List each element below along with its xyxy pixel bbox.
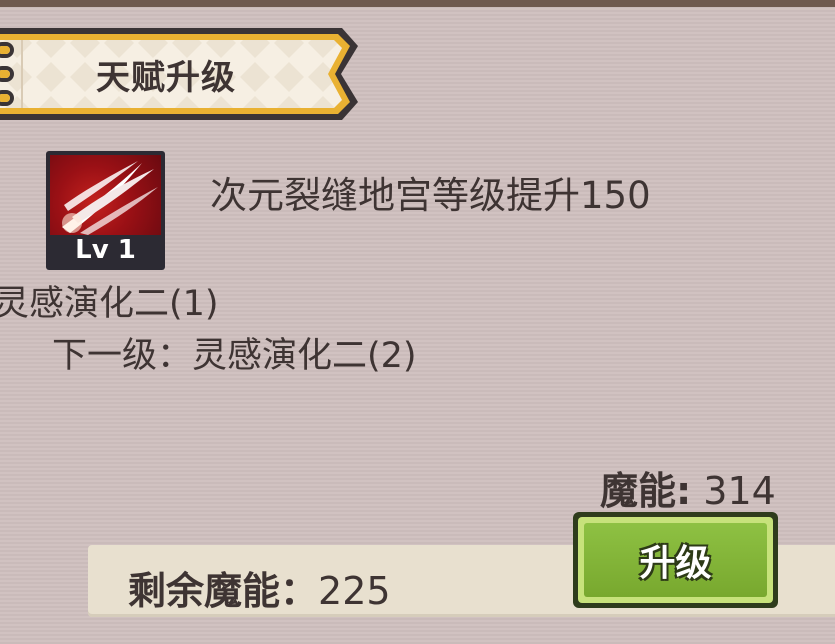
upgrade-button-frame: 升级	[578, 517, 773, 603]
next-level-text: 下一级：灵感演化二(2)	[52, 336, 417, 376]
skill-name: 灵感演化二(1)	[0, 284, 219, 324]
remaining-value: 225	[318, 569, 391, 613]
panel-title: 天赋升级	[96, 58, 236, 98]
remaining-label: 剩余魔能：	[128, 569, 319, 613]
ribbon-rings-icon	[0, 42, 14, 106]
upgrade-button-label: 升级	[584, 523, 767, 597]
top-border	[0, 0, 835, 7]
skill-effect-text: 次元裂缝地宫等级提升150	[210, 174, 651, 217]
skill-art	[50, 155, 161, 235]
header-ribbon: 天赋升级	[0, 26, 362, 122]
upgrade-cost: 魔能: 314	[600, 460, 776, 515]
upgrade-button[interactable]: 升级	[573, 512, 778, 608]
skill-level-badge: Lv 1	[50, 235, 161, 266]
cost-value: 314	[703, 469, 776, 513]
remaining-energy: 剩余魔能：225	[128, 560, 391, 615]
claw-slash-icon	[62, 161, 158, 235]
skill-icon[interactable]: Lv 1	[46, 151, 165, 270]
cost-label: 魔能:	[600, 469, 692, 513]
